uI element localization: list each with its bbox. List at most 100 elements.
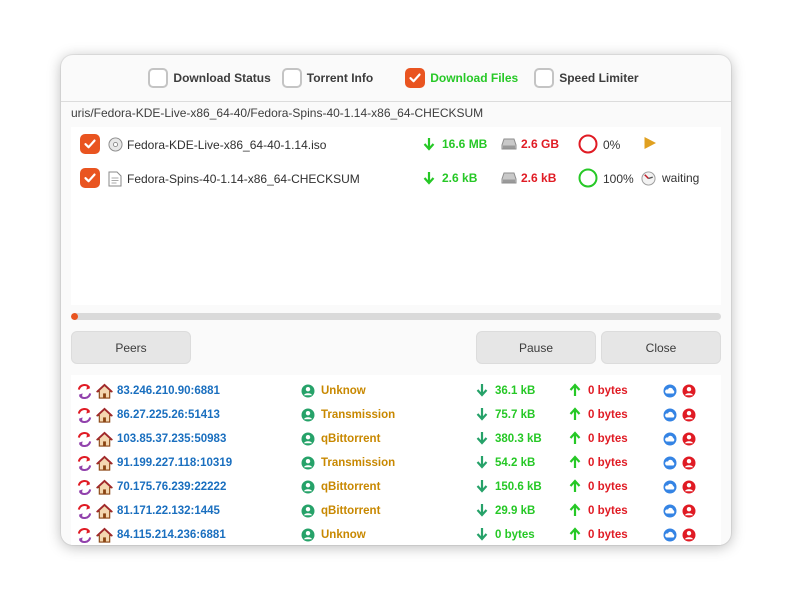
file-name: Fedora-KDE-Live-x86_64-40-1.14.iso — [127, 138, 327, 152]
arrow-down-icon — [476, 455, 488, 472]
file-row[interactable]: Fedora-Spins-40-1.14-x86_64-CHECKSUM 2.6… — [71, 163, 721, 193]
cloud-icon — [663, 384, 677, 401]
peer-download: 75.7 kB — [495, 409, 536, 421]
tab-label: Speed Limiter — [559, 71, 639, 85]
client-icon — [301, 504, 315, 521]
peer-row[interactable]: 84.115.214.236:6881 Unknow 0 bytes 0 bytes — [71, 523, 721, 545]
peer-row[interactable]: 81.171.22.132:1445 qBittorrent 29.9 kB 0 by… — [71, 499, 721, 523]
peer-upload: 0 bytes — [588, 529, 628, 541]
tab-checkbox[interactable] — [405, 68, 426, 88]
peer-upload: 0 bytes — [588, 409, 628, 421]
peer-client: Unknow — [321, 529, 366, 541]
peer-ip: 86.27.225.26:51413 — [117, 409, 220, 421]
file-percent: 0% — [603, 138, 621, 152]
file-checkbox[interactable] — [80, 168, 100, 188]
peer-client: Unknow — [321, 385, 366, 397]
peer-row[interactable]: 86.27.225.26:51413 Transmission 75.7 kB 0 b… — [71, 403, 721, 427]
arrow-down-icon — [476, 503, 488, 520]
client-icon — [301, 384, 315, 401]
peer-client: qBittorrent — [321, 505, 381, 517]
arrow-up-icon — [569, 407, 581, 424]
avatar-icon — [682, 528, 696, 545]
file-size: 2.6 GB — [501, 136, 559, 152]
tab-torrent-info[interactable]: Torrent Info — [281, 68, 378, 88]
tab-bar: Download Status Torrent Info Download Fi… — [61, 55, 731, 101]
file-percent: 100% — [603, 172, 634, 186]
check-icon — [84, 139, 96, 149]
home-icon — [95, 503, 114, 523]
arrow-down-icon — [476, 527, 488, 544]
tab-speed-limiter[interactable]: Speed Limiter — [534, 68, 643, 88]
peer-exchange-icon — [76, 431, 93, 451]
file-row[interactable]: Fedora-KDE-Live-x86_64-40-1.14.iso 16.6 … — [71, 129, 721, 159]
disc-icon — [108, 137, 123, 152]
clock-icon — [641, 170, 656, 186]
file-name: Fedora-Spins-40-1.14-x86_64-CHECKSUM — [127, 172, 360, 186]
peer-ip: 83.246.210.90:6881 — [117, 385, 220, 397]
play-icon[interactable] — [643, 136, 657, 150]
check-icon — [84, 173, 96, 183]
tab-checkbox[interactable] — [534, 68, 555, 88]
tab-label: Download Files — [430, 71, 519, 85]
arrow-up-icon — [569, 431, 581, 448]
avatar-icon — [682, 456, 696, 473]
arrow-down-icon — [476, 407, 488, 424]
peer-exchange-icon — [76, 527, 93, 545]
peer-list: 83.246.210.90:6881 Unknow 36.1 kB 0 bytes 86… — [71, 375, 721, 545]
peer-row[interactable]: 103.85.37.235:50983 qBittorrent 380.3 kB 0 … — [71, 427, 721, 451]
file-checkbox[interactable] — [80, 134, 100, 154]
file-size-value: 2.6 GB — [521, 137, 560, 151]
file-downloaded: 2.6 kB — [423, 170, 477, 186]
peer-upload: 0 bytes — [588, 385, 628, 397]
cloud-icon — [663, 504, 677, 521]
progress-ring-icon — [578, 168, 598, 188]
peer-client: Transmission — [321, 409, 396, 421]
file-downloaded-value: 16.6 MB — [442, 137, 488, 151]
peer-row[interactable]: 83.246.210.90:6881 Unknow 36.1 kB 0 bytes — [71, 379, 721, 403]
overall-progress-bar — [71, 313, 721, 320]
peer-exchange-icon — [76, 407, 93, 427]
peer-upload: 0 bytes — [588, 481, 628, 493]
peer-exchange-icon — [76, 383, 93, 403]
avatar-icon — [682, 384, 696, 401]
avatar-icon — [682, 480, 696, 497]
file-size: 2.6 kB — [501, 170, 556, 186]
arrow-up-icon — [569, 455, 581, 472]
avatar-icon — [682, 504, 696, 521]
check-icon — [409, 73, 421, 83]
arrow-down-icon — [423, 138, 435, 151]
divider — [61, 101, 731, 102]
file-status[interactable] — [641, 136, 657, 150]
tab-checkbox[interactable] — [148, 68, 169, 88]
arrow-up-icon — [569, 479, 581, 496]
peer-download: 29.9 kB — [495, 505, 536, 517]
peer-upload: 0 bytes — [588, 457, 628, 469]
tab-download-files[interactable]: Download Files — [405, 68, 523, 88]
peer-download: 0 bytes — [495, 529, 535, 541]
arrow-down-icon — [476, 479, 488, 496]
client-icon — [301, 432, 315, 449]
arrow-up-icon — [569, 383, 581, 400]
download-path: uris/Fedora-KDE-Live-x86_64-40/Fedora-Sp… — [71, 106, 484, 120]
peer-client: qBittorrent — [321, 481, 381, 493]
arrow-up-icon — [569, 503, 581, 520]
peer-upload: 0 bytes — [588, 505, 628, 517]
arrow-down-icon — [476, 431, 488, 448]
peer-exchange-icon — [76, 479, 93, 499]
tab-download-status[interactable]: Download Status — [148, 68, 275, 88]
tab-checkbox[interactable] — [281, 68, 302, 88]
home-icon — [95, 407, 114, 427]
client-icon — [301, 456, 315, 473]
cloud-icon — [663, 408, 677, 425]
peer-row[interactable]: 70.175.76.239:22222 qBittorrent 150.6 kB 0 … — [71, 475, 721, 499]
tab-label: Torrent Info — [306, 71, 374, 85]
document-icon — [108, 171, 122, 187]
close-button[interactable]: Close — [601, 331, 721, 364]
peers-button[interactable]: Peers — [71, 331, 191, 364]
pause-button[interactable]: Pause — [476, 331, 596, 364]
peer-row[interactable]: 91.199.227.118:10319 Transmission 54.2 kB 0… — [71, 451, 721, 475]
cloud-icon — [663, 528, 677, 545]
peer-ip: 91.199.227.118:10319 — [117, 457, 233, 469]
peer-download: 380.3 kB — [495, 433, 542, 445]
home-icon — [95, 383, 114, 403]
